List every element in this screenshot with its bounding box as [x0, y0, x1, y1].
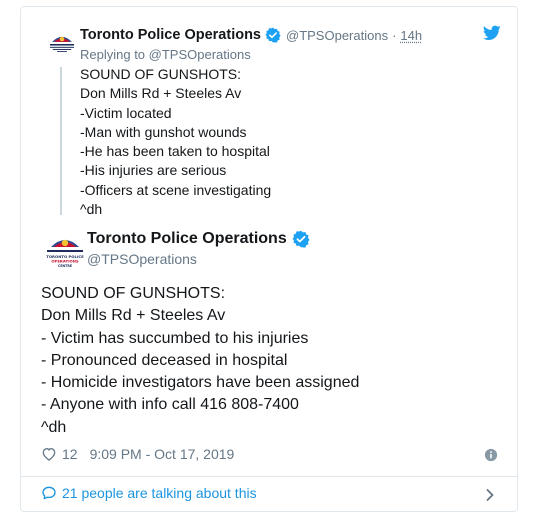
- logo-text: CENTRE: [58, 264, 72, 268]
- main-author-handle[interactable]: @TPSOperations: [87, 251, 197, 267]
- parent-text-line: Don Mills Rd + Steeles Av: [80, 85, 242, 102]
- footer-divider: [21, 476, 517, 477]
- main-tweet-text: SOUND OF GUNSHOTS: Don Mills Rd + Steele…: [41, 283, 501, 439]
- main-author-row: Toronto Police Operations: [87, 230, 310, 248]
- replying-to-label: Replying to: [80, 47, 146, 62]
- parent-timestamp[interactable]: 14h: [400, 28, 422, 43]
- twitter-bird-icon[interactable]: [483, 25, 501, 41]
- thread-connector-line: [60, 67, 62, 215]
- parent-tweet-header: Toronto Police Operations @TPSOperations…: [80, 27, 422, 43]
- parent-author-name[interactable]: Toronto Police Operations: [80, 27, 261, 43]
- main-text-line: - Anyone with info call 416 808-7400: [41, 396, 299, 414]
- verified-badge-icon: [265, 27, 281, 43]
- parent-text-line: ^dh: [80, 201, 103, 218]
- talking-about-text: 21 people are talking about this: [62, 485, 257, 501]
- heart-icon[interactable]: [41, 446, 57, 462]
- main-text-line: SOUND OF GUNSHOTS:: [41, 285, 226, 302]
- parent-text-line: -Man with gunshot wounds: [80, 123, 247, 140]
- embedded-tweet-card: Toronto Police Operations @TPSOperations…: [20, 6, 518, 512]
- parent-text-line: -Victim located: [80, 104, 172, 121]
- info-icon[interactable]: [484, 448, 498, 462]
- logo-text: OPERATIONS: [51, 259, 79, 264]
- speech-bubble-icon: [42, 486, 56, 500]
- parent-text-line: -Officers at scene investigating: [80, 181, 272, 198]
- separator-dot: ·: [392, 27, 397, 43]
- main-text-line: ^dh: [41, 418, 67, 436]
- parent-tweet-text: SOUND OF GUNSHOTS: Don Mills Rd + Steele…: [80, 65, 460, 219]
- conversation-link[interactable]: 21 people are talking about this: [41, 485, 257, 501]
- parent-text-line: -His injuries are serious: [80, 162, 227, 179]
- main-avatar[interactable]: TORONTO POLICE OPERATIONS CENTRE: [41, 232, 89, 270]
- verified-badge-icon: [292, 230, 310, 248]
- main-text-line: - Pronounced deceased in hospital: [41, 351, 288, 369]
- like-count[interactable]: 12: [62, 446, 78, 462]
- parent-author-handle[interactable]: @TPSOperations: [286, 28, 388, 43]
- main-text-line: - Victim has succumbed to his injuries: [41, 329, 309, 347]
- parent-avatar[interactable]: [45, 27, 79, 61]
- main-text-line: - Homicide investigators have been assig…: [41, 374, 360, 392]
- parent-text-line: SOUND OF GUNSHOTS:: [80, 66, 242, 82]
- tweet-timestamp[interactable]: 9:09 PM - Oct 17, 2019: [90, 446, 235, 462]
- parent-text-line: -He has been taken to hospital: [80, 143, 270, 160]
- chevron-right-icon[interactable]: [485, 488, 495, 502]
- replying-to-handle-link[interactable]: @TPSOperations: [149, 47, 251, 62]
- tweet-meta-row: 12 9:09 PM - Oct 17, 2019: [41, 446, 234, 462]
- main-author-name[interactable]: Toronto Police Operations: [87, 230, 287, 248]
- replying-to-line: Replying to @TPSOperations: [80, 47, 251, 62]
- main-text-line: Don Mills Rd + Steeles Av: [41, 307, 226, 325]
